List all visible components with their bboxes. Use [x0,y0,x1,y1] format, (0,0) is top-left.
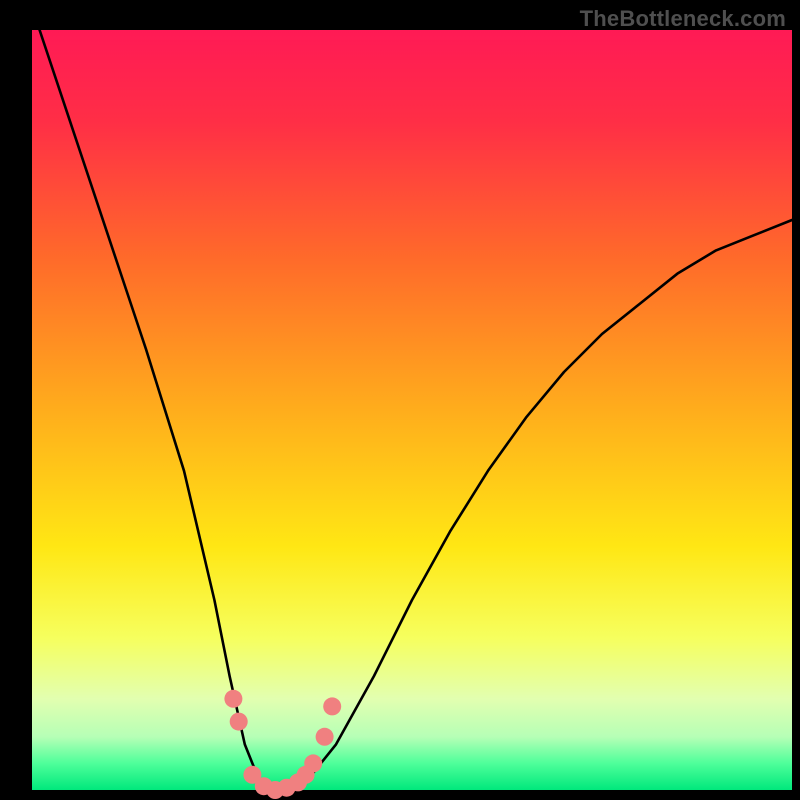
chart-frame: TheBottleneck.com [0,0,800,800]
marker-point [304,754,322,772]
marker-point [224,690,242,708]
marker-point [323,697,341,715]
bottleneck-chart [0,0,800,800]
marker-point [316,728,334,746]
marker-point [230,713,248,731]
plot-background [32,30,792,790]
